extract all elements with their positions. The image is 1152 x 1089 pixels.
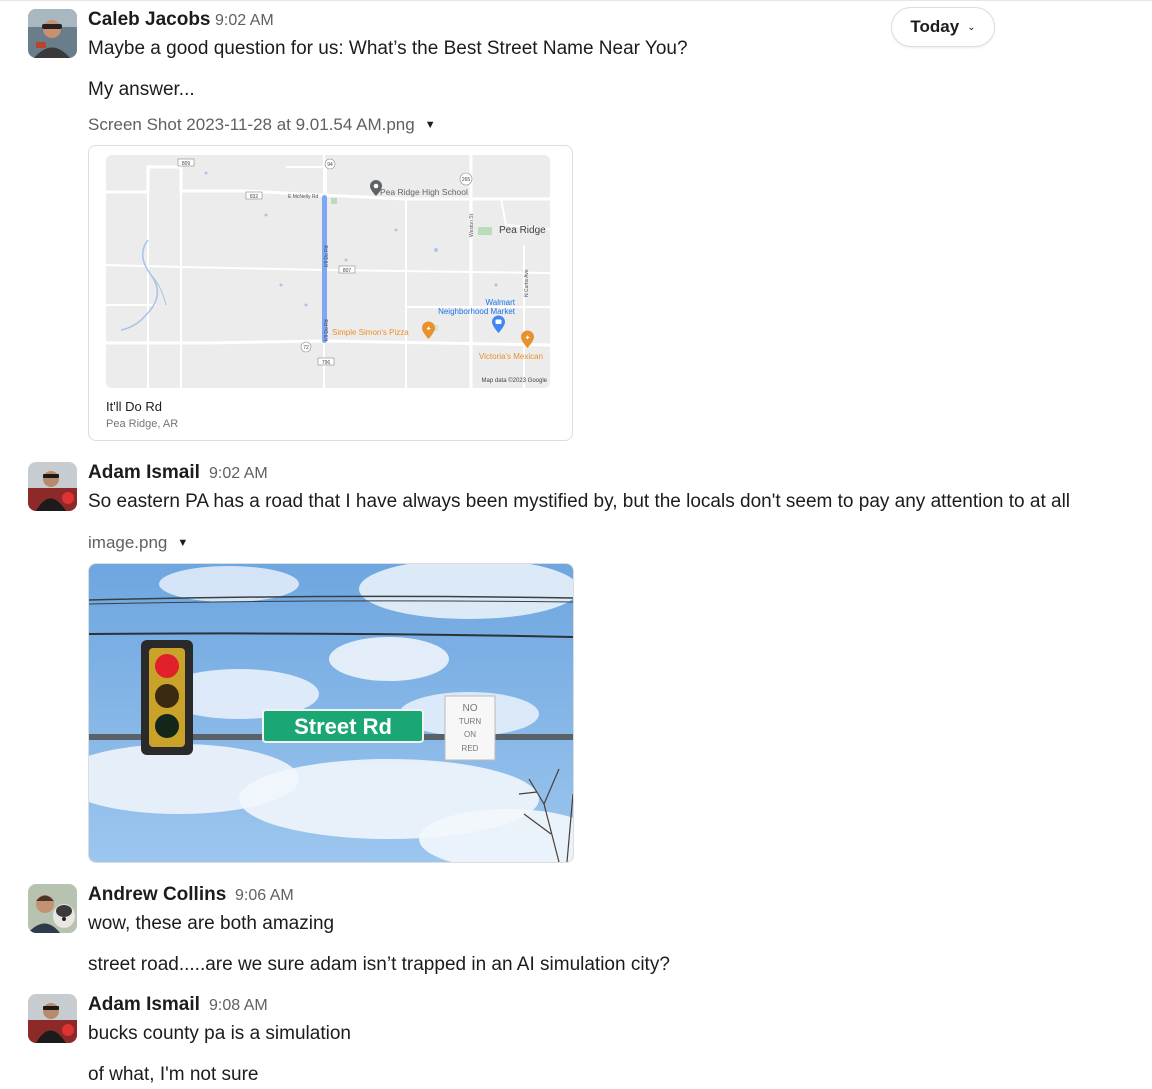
attachment-filename[interactable]: Screen Shot 2023-11-28 at 9.01.54 AM.png…	[88, 115, 436, 135]
map-attachment-card[interactable]: 809 832 94 265 807 72 796 E McNelly Rd W…	[88, 145, 573, 441]
message-text: So eastern PA has a road that I have alw…	[88, 491, 1071, 512]
author-name[interactable]: Caleb Jacobs	[88, 9, 211, 31]
avatar-adam[interactable]	[28, 994, 77, 1043]
map-place-title: It'll Do Rd	[106, 399, 162, 414]
message-text: My answer...	[88, 79, 195, 100]
shield-94-label: 94	[327, 162, 333, 168]
road-label-itlldo: It'll Do Rd	[324, 245, 330, 267]
map-place-subtitle: Pea Ridge, AR	[106, 418, 179, 430]
avatar-adam[interactable]	[28, 462, 77, 511]
shield-265-label: 265	[462, 177, 471, 183]
shield-809-label: 809	[182, 161, 191, 167]
school-label: Pea Ridge High School	[380, 187, 468, 197]
no-turn-sign-line: ON	[464, 730, 476, 739]
author-name[interactable]: Adam Ismail	[88, 994, 200, 1016]
message-text: bucks county pa is a simulation	[88, 1023, 351, 1044]
svg-text:✦: ✦	[426, 325, 432, 333]
caret-down-icon[interactable]: ▼	[425, 119, 436, 131]
author-name[interactable]: Andrew Collins	[88, 884, 226, 906]
no-turn-sign-line: NO	[463, 703, 478, 714]
message-text: street road.....are we sure adam isn’t t…	[88, 954, 670, 975]
pizza-label: Simple Simon's Pizza	[332, 328, 409, 337]
road-label-curtis: N Curtis Ave	[524, 269, 530, 297]
timestamp[interactable]: 9:06 AM	[235, 887, 294, 905]
timestamp[interactable]: 9:02 AM	[209, 465, 268, 483]
road-label-mcnelly: E McNelly Rd	[288, 194, 319, 200]
attachment-filename-label: image.png	[88, 533, 168, 552]
road-label-weston: Weston St	[469, 213, 475, 237]
road-label-itlldo-2: It'll Do Rd	[324, 319, 330, 341]
mexican-label: Victoria's Mexican	[479, 352, 543, 361]
day-divider-label: Today	[910, 17, 960, 36]
town-label: Pea Ridge	[499, 225, 546, 236]
attachment-filename[interactable]: image.png ▼	[88, 533, 188, 553]
attachment-filename-label: Screen Shot 2023-11-28 at 9.01.54 AM.png	[88, 115, 415, 134]
caret-down-icon[interactable]: ▼	[177, 537, 188, 549]
message-text: Maybe a good question for us: What’s the…	[88, 38, 688, 59]
photo-attachment[interactable]: Street Rd NO TURN ON RED	[88, 563, 574, 863]
day-divider-button[interactable]: Today ⌄	[891, 7, 995, 47]
svg-text:✦: ✦	[525, 334, 531, 342]
chevron-down-icon: ⌄	[967, 21, 976, 33]
timestamp[interactable]: 9:08 AM	[209, 997, 268, 1015]
map-credit: Map data ©2023 Google	[482, 377, 548, 384]
top-divider	[0, 0, 1152, 1]
shield-807-label: 807	[343, 268, 352, 274]
avatar-andrew[interactable]	[28, 884, 77, 933]
walmart-label-2: Neighborhood Market	[438, 307, 516, 316]
timestamp[interactable]: 9:02 AM	[215, 12, 274, 30]
author-name[interactable]: Adam Ismail	[88, 462, 200, 484]
no-turn-sign-line: RED	[462, 744, 479, 753]
shield-796-label: 796	[322, 360, 331, 366]
street-sign-text: Street Rd	[294, 714, 392, 739]
shield-72-label: 72	[303, 345, 309, 351]
message-text: of what, I'm not sure	[88, 1064, 259, 1085]
shield-832-label: 832	[250, 194, 259, 200]
walmart-label: Walmart	[486, 298, 516, 307]
no-turn-sign-line: TURN	[459, 717, 481, 726]
map-image[interactable]: 809 832 94 265 807 72 796 E McNelly Rd W…	[106, 155, 550, 388]
avatar-caleb[interactable]	[28, 9, 77, 58]
message-text: wow, these are both amazing	[88, 913, 335, 934]
